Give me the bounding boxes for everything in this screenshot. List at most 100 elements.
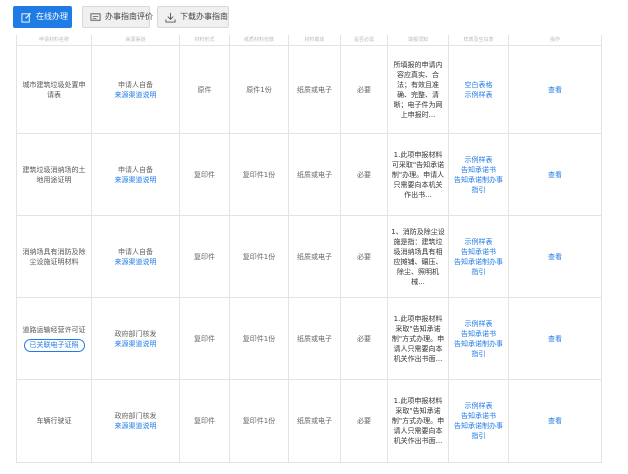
header-cell: 填报须知 xyxy=(387,35,449,46)
table-row: 道路运输经营许可证 已关联电子证照 政府部门核发 来源渠道说明 复印件 复印件1… xyxy=(16,297,602,380)
required-cell: 必要 xyxy=(340,133,388,216)
notice-cell: 1.此项申报材料可采取"告知承诺制"办理。申请人只需要向本机关作出书... xyxy=(387,133,449,216)
commitment-guide-link[interactable]: 告知承诺制办事指引 xyxy=(452,421,505,441)
copies-cell: 复印件1份 xyxy=(229,215,289,298)
header-cell: 操作 xyxy=(508,35,602,46)
source-link[interactable]: 来源渠道说明 xyxy=(95,339,176,349)
action-cell: 查看 xyxy=(508,45,602,134)
table-row: 城市建筑垃圾处置申请表 申请人自备 来源渠道说明 原件 原件1份 纸质或电子 必… xyxy=(16,45,602,134)
form-cell: 复印件 xyxy=(179,379,230,463)
sample-form-link[interactable]: 示例样表 xyxy=(452,155,505,165)
sample-form-link[interactable]: 示例样表 xyxy=(452,319,505,329)
view-link[interactable]: 查看 xyxy=(512,252,598,262)
download-icon xyxy=(165,12,176,23)
header-cell: 材料载体 xyxy=(288,35,341,46)
source-cell: 政府部门核发 来源渠道说明 xyxy=(91,297,180,380)
samples-cell: 示例样表 告知承诺书 告知承诺制办事指引 xyxy=(448,215,509,298)
view-link[interactable]: 查看 xyxy=(512,170,598,180)
commitment-letter-link[interactable]: 告知承诺书 xyxy=(452,411,505,421)
samples-cell: 空白表格 示例样表 xyxy=(448,45,509,134)
materials-table: 申请材料名称 来源渠道 材料形式 纸质材料份数 材料载体 是否必需 填报须知 样… xyxy=(16,35,602,463)
medium-cell: 纸质或电子 xyxy=(288,379,341,463)
required-cell: 必要 xyxy=(340,45,388,134)
copies-cell: 原件1份 xyxy=(229,45,289,134)
required-cell: 必要 xyxy=(340,215,388,298)
form-cell: 复印件 xyxy=(179,297,230,380)
source-type: 政府部门核发 xyxy=(114,329,157,338)
copies-cell: 复印件1份 xyxy=(229,133,289,216)
material-name-text: 建筑垃圾消纳场的土地用途证明 xyxy=(22,165,86,184)
commitment-letter-link[interactable]: 告知承诺书 xyxy=(452,247,505,257)
copies-cell: 复印件1份 xyxy=(229,379,289,463)
view-link[interactable]: 查看 xyxy=(512,85,598,95)
action-cell: 查看 xyxy=(508,379,602,463)
notice-cell: 所填报的申请内容应真实、合法；有效且准确、完整、清晰；电子件为网上申报时... xyxy=(387,45,449,134)
header-cell: 材料形式 xyxy=(179,35,230,46)
medium-cell: 纸质或电子 xyxy=(288,215,341,298)
guide-evaluation-label: 办事指南评价 xyxy=(105,12,153,21)
source-type: 申请人自备 xyxy=(118,247,153,256)
source-link[interactable]: 来源渠道说明 xyxy=(95,90,176,100)
commitment-letter-link[interactable]: 告知承诺书 xyxy=(452,165,505,175)
e-license-tag[interactable]: 已关联电子证照 xyxy=(23,339,85,352)
online-apply-button[interactable]: 在线办理 xyxy=(13,6,72,28)
header-cell: 样表及空白表 xyxy=(448,35,509,46)
medium-cell: 纸质或电子 xyxy=(288,45,341,134)
view-link[interactable]: 查看 xyxy=(512,416,598,426)
blank-form-link[interactable]: 空白表格 xyxy=(452,80,505,90)
form-cell: 原件 xyxy=(179,45,230,134)
table-row: 消纳场具有消防及除尘设施证明材料 申请人自备 来源渠道说明 复印件 复印件1份 … xyxy=(16,215,602,298)
source-cell: 政府部门核发 来源渠道说明 xyxy=(91,379,180,463)
toolbar: 在线办理 办事指南评价 下载办事指南 xyxy=(0,0,628,34)
medium-cell: 纸质或电子 xyxy=(288,297,341,380)
medium-cell: 纸质或电子 xyxy=(288,133,341,216)
material-name-text: 消纳场具有消防及除尘设施证明材料 xyxy=(22,247,86,266)
header-cell: 申请材料名称 xyxy=(16,35,92,46)
notice-cell: 1.此项申报材料采取"告知承诺制"方式办理。申请人只需要向本机关作出书面... xyxy=(387,379,449,463)
notice-cell: 1、消防及除尘设施是指：建筑垃圾消纳场具有相应摊铺、碾压、除尘、照明机械... xyxy=(387,215,449,298)
view-link[interactable]: 查看 xyxy=(512,334,598,344)
sample-form-link[interactable]: 示例样表 xyxy=(452,90,505,100)
material-name: 城市建筑垃圾处置申请表 xyxy=(16,45,92,134)
required-cell: 必要 xyxy=(340,297,388,380)
samples-cell: 示例样表 告知承诺书 告知承诺制办事指引 xyxy=(448,133,509,216)
download-guide-button[interactable]: 下载办事指南 xyxy=(157,6,229,28)
action-cell: 查看 xyxy=(508,133,602,216)
source-cell: 申请人自备 来源渠道说明 xyxy=(91,215,180,298)
header-cell: 来源渠道 xyxy=(91,35,180,46)
source-cell: 申请人自备 来源渠道说明 xyxy=(91,133,180,216)
commitment-guide-link[interactable]: 告知承诺制办事指引 xyxy=(452,257,505,277)
commitment-guide-link[interactable]: 告知承诺制办事指引 xyxy=(452,339,505,359)
table-row: 车辆行驶证 政府部门核发 来源渠道说明 复印件 复印件1份 纸质或电子 必要 1… xyxy=(16,379,602,463)
material-name: 车辆行驶证 xyxy=(16,379,92,463)
material-name-text: 车辆行驶证 xyxy=(36,417,72,425)
copies-cell: 复印件1份 xyxy=(229,297,289,380)
download-guide-label: 下载办事指南 xyxy=(180,12,228,21)
form-cell: 复印件 xyxy=(179,133,230,216)
required-cell: 必要 xyxy=(340,379,388,463)
source-type: 政府部门核发 xyxy=(114,412,157,420)
material-name: 道路运输经营许可证 已关联电子证照 xyxy=(16,297,92,380)
message-icon xyxy=(90,13,101,21)
source-link[interactable]: 来源渠道说明 xyxy=(95,257,176,267)
source-link[interactable]: 来源渠道说明 xyxy=(95,421,176,431)
commitment-letter-link[interactable]: 告知承诺书 xyxy=(452,329,505,339)
action-cell: 查看 xyxy=(508,297,602,380)
sample-form-link[interactable]: 示例样表 xyxy=(452,401,505,411)
commitment-guide-link[interactable]: 告知承诺制办事指引 xyxy=(452,175,505,195)
guide-evaluation-button[interactable]: 办事指南评价 xyxy=(82,6,153,28)
source-type: 申请人自备 xyxy=(118,80,153,89)
source-link[interactable]: 来源渠道说明 xyxy=(95,175,176,185)
material-name: 消纳场具有消防及除尘设施证明材料 xyxy=(16,215,92,298)
samples-cell: 示例样表 告知承诺书 告知承诺制办事指引 xyxy=(448,297,509,380)
material-name: 建筑垃圾消纳场的土地用途证明 xyxy=(16,133,92,216)
samples-cell: 示例样表 告知承诺书 告知承诺制办事指引 xyxy=(448,379,509,463)
source-type: 申请人自备 xyxy=(118,165,153,174)
online-apply-label: 在线办理 xyxy=(36,12,68,21)
source-cell: 申请人自备 来源渠道说明 xyxy=(91,45,180,134)
material-name-text: 城市建筑垃圾处置申请表 xyxy=(22,80,86,99)
action-cell: 查看 xyxy=(508,215,602,298)
sample-form-link[interactable]: 示例样表 xyxy=(452,237,505,247)
material-name-text: 道路运输经营许可证 xyxy=(22,326,86,334)
notice-cell: 1.此项申报材料采取"告知承诺制"方式办理。申请人只需要向本机关作出书面... xyxy=(387,297,449,380)
